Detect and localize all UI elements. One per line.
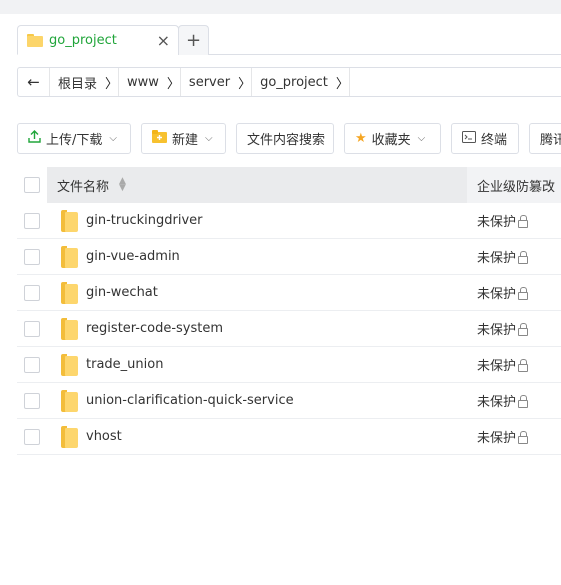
file-name[interactable]: gin-wechat [86,285,158,300]
file-name[interactable]: gin-truckingdriver [86,213,203,228]
folder-icon [61,353,78,376]
file-name[interactable]: vhost [86,429,122,444]
chevron-right-icon: 〉 [238,68,253,96]
row-checkbox[interactable] [24,356,40,373]
row-checkbox[interactable] [24,248,40,265]
row-checkbox[interactable] [24,320,40,337]
add-tab-button[interactable]: + [178,25,209,55]
star-icon: ★ [355,131,367,146]
lock-icon[interactable] [518,286,529,300]
content-search-button[interactable]: 文件内容搜索 [236,123,334,154]
breadcrumb-item-go-project[interactable]: go_project 〉 [252,68,350,96]
table-row[interactable]: trade_union 未保护 [17,347,561,383]
row-checkbox[interactable] [24,392,40,409]
toolbar: 上传/下载 ⌵ 新建 ⌵ 文件内容搜索 ★ 收藏夹 ⌵ 终端 腾讯 [17,123,561,155]
lock-icon[interactable] [518,430,529,444]
chevron-right-icon: 〉 [167,68,181,96]
folder-icon [61,389,78,412]
select-all-checkbox[interactable] [24,177,40,193]
column-header-name[interactable]: 文件名称 ▲ ▼ [47,167,467,203]
table-row[interactable]: vhost 未保护 [17,419,561,455]
folder-icon [61,425,78,448]
chevron-right-icon: 〉 [336,68,350,96]
protect-status: 未保护 [477,359,517,374]
file-table: 文件名称 ▲ ▼ 企业级防篡改 gin-truckingdriver 未保护 gi… [17,167,561,455]
upload-download-button[interactable]: 上传/下载 ⌵ [17,123,131,154]
folder-icon [61,317,78,340]
file-name[interactable]: union-clarification-quick-service [86,393,294,408]
row-checkbox[interactable] [24,284,40,301]
protect-status: 未保护 [477,251,517,266]
new-button[interactable]: 新建 ⌵ [141,123,226,154]
back-arrow-icon[interactable]: ← [18,68,50,96]
file-name[interactable]: trade_union [86,357,163,372]
breadcrumb-item-root[interactable]: 根目录 〉 [50,68,120,96]
terminal-button[interactable]: 终端 [451,123,519,154]
lock-icon[interactable] [518,214,529,228]
lock-icon[interactable] [518,250,529,264]
folder-icon [61,209,78,232]
tab-label: go_project [49,32,117,48]
breadcrumb: ← 根目录 〉 www 〉 server 〉 go_project 〉 [17,67,561,97]
breadcrumb-item-www[interactable]: www 〉 [119,68,181,96]
folder-icon [61,245,78,268]
chevron-down-icon: ⌵ [109,133,117,144]
upload-icon [28,130,41,147]
table-row[interactable]: gin-truckingdriver 未保护 [17,203,561,239]
table-header: 文件名称 ▲ ▼ 企业级防篡改 [17,167,561,203]
table-row[interactable]: register-code-system 未保护 [17,311,561,347]
lock-icon[interactable] [518,394,529,408]
table-row[interactable]: gin-vue-admin 未保护 [17,239,561,275]
file-name[interactable]: gin-vue-admin [86,249,180,264]
protect-status: 未保护 [477,323,517,338]
tab-bar: go_project × + [17,25,561,55]
file-name[interactable]: register-code-system [86,321,223,336]
table-row[interactable]: union-clarification-quick-service 未保护 [17,383,561,419]
tab-go-project[interactable]: go_project × [17,25,179,55]
tencent-button[interactable]: 腾讯 [529,123,561,154]
chevron-down-icon: ⌵ [205,133,213,144]
protect-status: 未保护 [477,287,517,302]
protect-status: 未保护 [477,215,517,230]
favorites-button[interactable]: ★ 收藏夹 ⌵ [344,123,441,154]
close-icon[interactable]: × [157,31,170,50]
protect-status: 未保护 [477,395,517,410]
new-folder-icon [152,130,167,147]
lock-icon[interactable] [518,322,529,336]
protect-status: 未保护 [477,431,517,446]
table-row[interactable]: gin-wechat 未保护 [17,275,561,311]
row-checkbox[interactable] [24,212,40,229]
column-header-protect: 企业级防篡改 [467,167,561,203]
folder-icon [61,281,78,304]
row-checkbox[interactable] [24,428,40,445]
chevron-right-icon: 〉 [105,68,120,96]
lock-icon[interactable] [518,358,529,372]
breadcrumb-item-server[interactable]: server 〉 [181,68,253,96]
folder-icon [27,33,43,47]
chevron-down-icon: ⌵ [417,133,426,144]
terminal-icon [462,130,476,147]
sort-icon[interactable]: ▲ ▼ [119,177,126,193]
